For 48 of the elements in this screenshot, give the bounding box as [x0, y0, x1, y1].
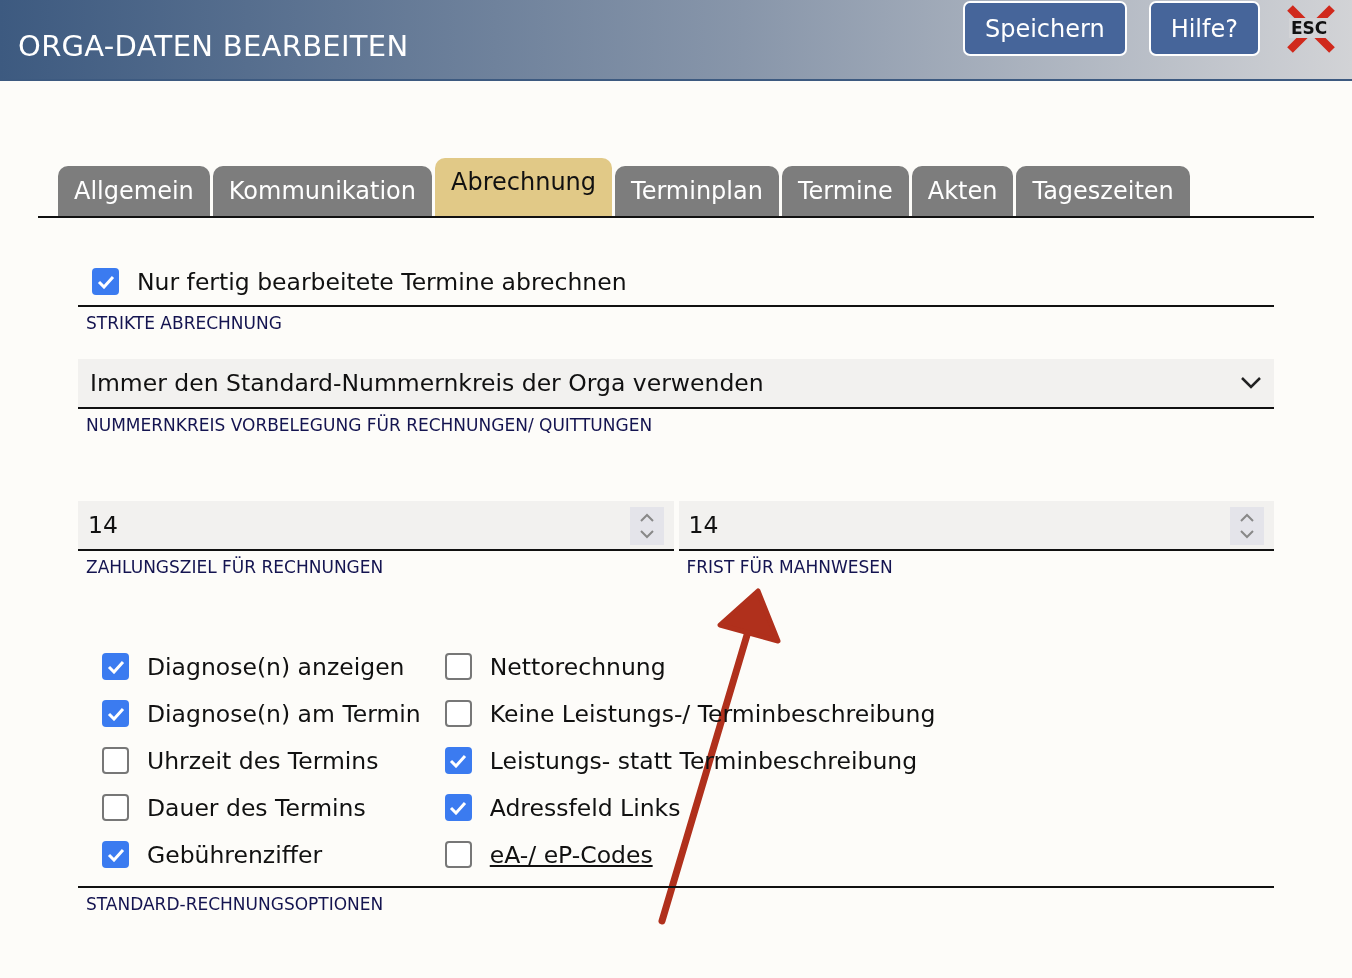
spinner-icon[interactable] [629, 507, 664, 545]
checkbox[interactable] [102, 794, 129, 821]
tab[interactable]: Akten [911, 166, 1014, 216]
section-caption: STANDARD-RECHNUNGSOPTIONEN [85, 893, 385, 914]
tab[interactable]: Abrechnung [435, 158, 613, 216]
number-field[interactable]: 14 [678, 501, 1274, 551]
checkbox[interactable] [102, 700, 129, 727]
number-field[interactable]: 14 [78, 501, 674, 551]
section-caption: STRIKTE ABRECHNUNG [85, 312, 283, 333]
tab[interactable]: Tageszeiten [1016, 166, 1190, 216]
save-button[interactable]: Speichern [962, 1, 1127, 56]
tab[interactable]: Allgemein [58, 166, 210, 216]
check-icon [96, 274, 115, 289]
checkbox[interactable] [444, 653, 472, 680]
field-caption: ZAHLUNGSZIEL FÜR RECHNUNGEN [85, 555, 385, 577]
tab[interactable]: Termine [781, 166, 909, 216]
checkbox[interactable] [444, 841, 472, 868]
close-button[interactable]: ESC [1286, 3, 1336, 54]
checkbox-option[interactable]: eA-/ eP-Codes [444, 831, 936, 878]
tab[interactable]: Terminplan [615, 166, 779, 216]
checkbox-option[interactable]: Uhrzeit des Termins [102, 737, 421, 784]
checkbox[interactable] [102, 841, 129, 868]
checkbox[interactable] [444, 700, 472, 727]
spinner-icon[interactable] [1230, 507, 1264, 545]
checkbox-option[interactable]: Dauer des Termins [102, 784, 421, 831]
checkbox[interactable] [444, 747, 472, 774]
checkbox-option[interactable]: Gebührenziffer [102, 831, 421, 878]
window-title: ORGA-DATEN BEARBEITEN [18, 28, 410, 63]
check-icon [106, 847, 125, 862]
checkbox-option[interactable]: Nur fertig bearbeitete Termine abrechnen [78, 258, 1274, 305]
checkbox-option[interactable]: Diagnose(n) am Termin [102, 690, 421, 737]
checkbox[interactable] [102, 653, 129, 680]
check-icon [106, 706, 125, 721]
chevron-down-icon [1240, 376, 1262, 390]
select-field[interactable]: Immer den Standard-Nummernkreis der Orga verwenden [78, 359, 1274, 409]
check-icon [449, 753, 468, 768]
checkbox-option[interactable]: Diagnose(n) anzeigen [102, 643, 421, 690]
check-icon [106, 659, 125, 674]
checkbox-option[interactable]: Nettorechnung [444, 643, 936, 690]
help-button[interactable]: Hilfe? [1148, 1, 1260, 56]
field-caption: NUMMERNKREIS VORBELEGUNG FÜR RECHNUNGEN/ QUITTUNGEN [85, 413, 654, 435]
checkbox[interactable] [92, 268, 119, 295]
checkbox[interactable] [444, 794, 472, 821]
checkbox-option[interactable]: Adressfeld Links [444, 784, 936, 831]
field-caption: FRIST FÜR MAHNWESEN [685, 555, 894, 577]
check-icon [449, 800, 468, 815]
tab[interactable]: Kommunikation [212, 166, 432, 216]
checkbox[interactable] [102, 747, 129, 774]
